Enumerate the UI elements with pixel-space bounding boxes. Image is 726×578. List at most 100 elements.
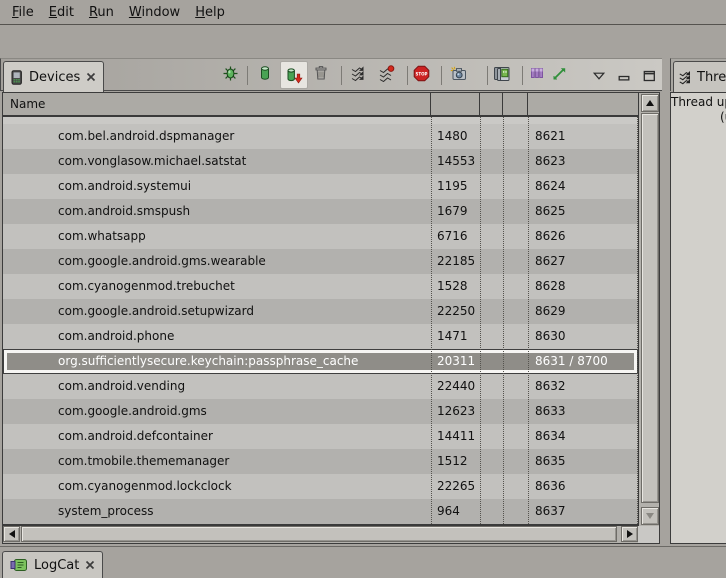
vertical-scrollbar-thumb[interactable] — [641, 113, 659, 503]
row-name: com.tmobile.thememanager — [58, 454, 229, 468]
row-port: 8636 — [535, 479, 566, 493]
row-pid: 20311 — [437, 354, 475, 368]
menu-bar: File Edit Run Window Help — [0, 0, 726, 25]
column-header-port[interactable] — [528, 93, 638, 115]
threads-tab-strip: Threads — [670, 58, 726, 91]
row-pid: 1195 — [437, 179, 468, 193]
device-row[interactable]: com.android.vending 22440 8632 — [3, 374, 638, 399]
horizontal-scrollbar-thumb[interactable] — [21, 526, 617, 542]
scroll-left-button[interactable] — [3, 526, 20, 542]
logcat-panel: LogCat — [0, 546, 726, 577]
row-port: 8627 — [535, 254, 566, 268]
maximize-icon[interactable] — [641, 68, 657, 84]
table-header: Name — [3, 93, 638, 117]
update-heap-icon[interactable] — [257, 65, 273, 81]
row-port: 8637 — [535, 504, 566, 518]
device-row[interactable]: system_process9648637 — [3, 499, 638, 524]
row-name: com.android.vending — [58, 379, 185, 393]
device-row[interactable]: com.tmobile.thememanager15128635 — [3, 449, 638, 474]
device-row[interactable]: org.sufficientlysecure.keychain:passphra… — [3, 349, 638, 374]
row-port: 8633 — [535, 404, 566, 418]
device-row[interactable]: com.cyanogenmod.lockclock222658636 — [3, 474, 638, 499]
table-body: com.bel.android.dspmanager 1480 8621 com.vo… — [3, 117, 638, 524]
device-row[interactable]: com.google.android.setupwizard222508629 — [3, 299, 638, 324]
column-header-3[interactable] — [503, 93, 528, 115]
device-row[interactable]: com.android.smspush 1679 8625 — [3, 199, 638, 224]
row-port: 8624 — [535, 179, 566, 193]
row-port: 8635 — [535, 454, 566, 468]
tab-threads[interactable]: Threads — [673, 61, 726, 92]
row-name: com.android.defcontainer — [58, 429, 213, 443]
row-name: com.google.android.gms — [58, 404, 207, 418]
cause-gc-icon[interactable] — [313, 65, 329, 81]
partial-row — [3, 117, 638, 124]
row-pid: 1480 — [437, 129, 468, 143]
vertical-scrollbar[interactable] — [638, 93, 659, 526]
menu-edit[interactable]: Edit — [47, 4, 76, 21]
row-port: 8628 — [535, 279, 566, 293]
scroll-down-button[interactable] — [641, 507, 659, 525]
row-port: 8625 — [535, 204, 566, 218]
screen-capture-icon[interactable] — [449, 65, 467, 82]
row-pid: 12623 — [437, 404, 475, 418]
device-row[interactable]: com.android.phone14718630 — [3, 324, 638, 349]
device-row[interactable]: com.cyanogenmod.trebuchet15288628 — [3, 274, 638, 299]
device-row[interactable]: com.android.defcontainer144118634 — [3, 424, 638, 449]
close-icon[interactable] — [85, 560, 95, 570]
row-name: com.bel.android.dspmanager — [58, 129, 234, 143]
device-row[interactable]: com.android.systemui 1195 8624 — [3, 174, 638, 199]
horizontal-scrollbar[interactable] — [3, 526, 638, 543]
row-name: com.whatsapp — [58, 229, 146, 243]
menu-help[interactable]: Help — [193, 4, 227, 21]
threads-message-line1: Thread updates not enabled for selected … — [671, 93, 726, 110]
menu-window[interactable]: Window — [127, 4, 182, 21]
row-port: 8621 — [535, 129, 566, 143]
row-port: 8629 — [535, 304, 566, 318]
view-menu-chevron-icon[interactable] — [591, 68, 607, 84]
opengl-trace-icon[interactable] — [552, 65, 568, 81]
threads-message-line2: (use toolbar button to enable) — [671, 110, 726, 125]
row-pid: 6716 — [437, 229, 468, 243]
row-port: 8634 — [535, 429, 566, 443]
row-name: system_process — [58, 504, 154, 518]
stop-process-icon[interactable]: STOP — [413, 65, 430, 82]
threads-icon — [678, 70, 693, 85]
menu-file[interactable]: File — [10, 4, 36, 21]
row-pid: 1679 — [437, 204, 468, 218]
device-stack-icon[interactable] — [493, 65, 512, 82]
row-name: com.google.android.gms.wearable — [58, 254, 266, 268]
device-row[interactable]: com.vonglasow.michael.satstat145538623 — [3, 149, 638, 174]
method-profiling-icon[interactable] — [378, 65, 395, 82]
row-pid: 22265 — [437, 479, 475, 493]
column-header-pid[interactable] — [431, 93, 480, 115]
logcat-icon — [10, 558, 28, 572]
scroll-up-button[interactable] — [641, 94, 659, 112]
row-pid: 22250 — [437, 304, 475, 318]
row-name: com.vonglasow.michael.satstat — [58, 154, 246, 168]
device-row[interactable]: com.google.android.gms.wearable 22185 8627 — [3, 249, 638, 274]
row-name: com.android.systemui — [58, 179, 191, 193]
scroll-right-button[interactable] — [621, 526, 638, 542]
minimize-icon[interactable] — [616, 68, 632, 84]
menu-run[interactable]: Run — [87, 4, 116, 21]
device-row[interactable]: com.google.android.gms 12623 8633 — [3, 399, 638, 424]
device-row[interactable]: com.bel.android.dspmanager 1480 8621 — [3, 124, 638, 149]
row-pid: 22440 — [437, 379, 475, 393]
row-name: com.android.smspush — [58, 204, 190, 218]
row-port: 8632 — [535, 379, 566, 393]
update-threads-icon[interactable] — [350, 65, 367, 82]
tab-logcat[interactable]: LogCat — [2, 551, 103, 578]
row-port: 8623 — [535, 154, 566, 168]
row-name: com.android.phone — [58, 329, 174, 343]
column-header-2[interactable] — [480, 93, 503, 115]
tab-threads-label: Threads — [697, 70, 726, 85]
column-header-name[interactable]: Name — [3, 93, 431, 115]
row-pid: 22185 — [437, 254, 475, 268]
devices-table: Name com.bel.android.dspmanager14808621c… — [2, 92, 660, 544]
device-row[interactable]: com.whatsapp67168626 — [3, 224, 638, 249]
capture-bars-icon[interactable] — [529, 65, 545, 81]
row-port: 8630 — [535, 329, 566, 343]
dump-hprof-icon[interactable] — [280, 61, 308, 89]
debug-attach-icon[interactable] — [222, 65, 239, 82]
svg-text:STOP: STOP — [416, 71, 428, 76]
